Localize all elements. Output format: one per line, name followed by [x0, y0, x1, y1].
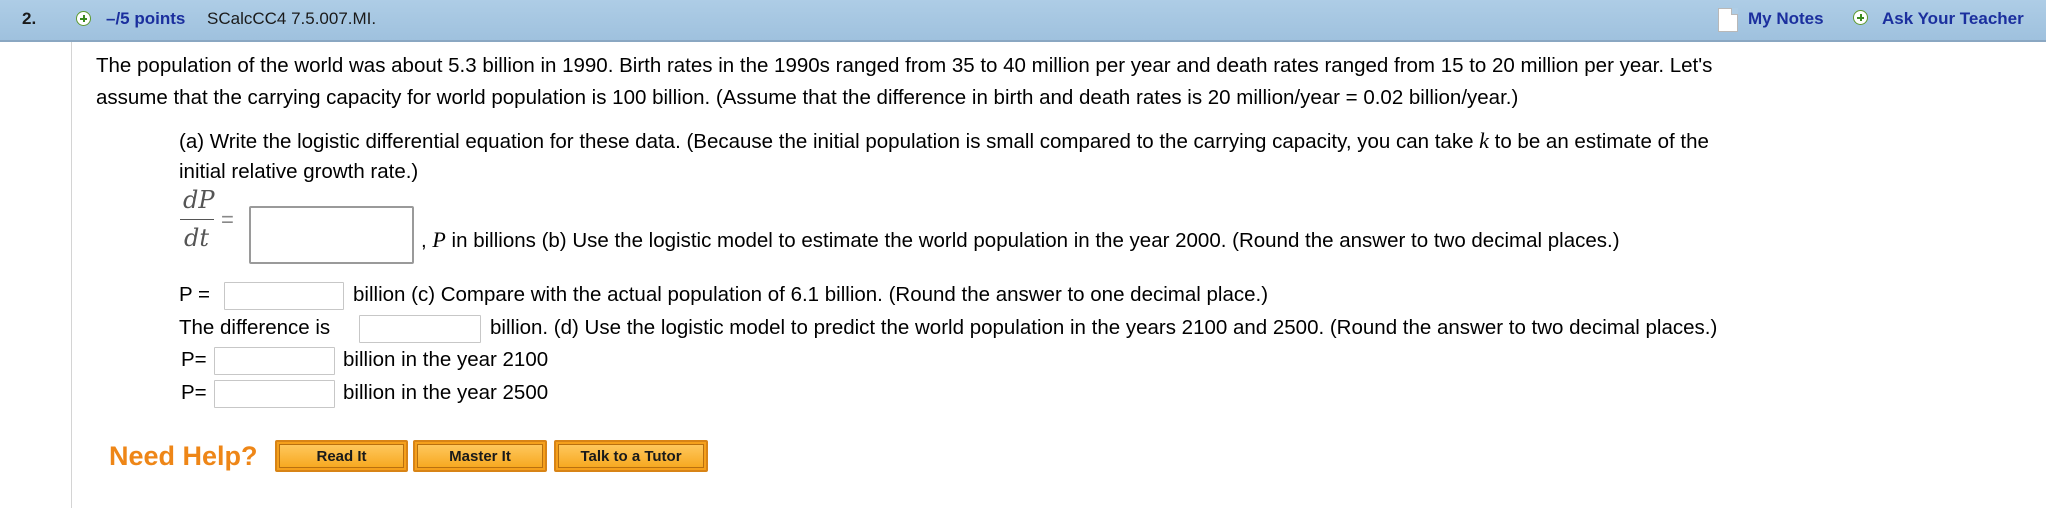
problem-intro-line-1: The population of the world was about 5.… — [96, 54, 1713, 77]
part-a-line-1: (a) Write the logistic differential equa… — [179, 129, 1709, 154]
question-header-bar: 2. –/5 points SCalcCC4 7.5.007.MI. My No… — [0, 0, 2046, 42]
equals-sign: = — [221, 207, 234, 232]
part-b-label: P = — [179, 283, 210, 306]
ask-teacher-plus-icon[interactable] — [1853, 10, 1868, 25]
part-c-text: billion (c) Compare with the actual popu… — [353, 283, 1269, 306]
comma: , — [421, 229, 427, 252]
part-b-description: in billions (b) Use the logistic model t… — [445, 229, 1620, 252]
difference-input[interactable] — [359, 315, 481, 343]
fraction-bar — [180, 219, 214, 220]
master-it-label: Master It — [417, 444, 543, 468]
variable-k: k — [1479, 128, 1489, 153]
part-a-line-2: initial relative growth rate.) — [179, 160, 419, 183]
differential-equation-input[interactable] — [249, 206, 414, 264]
part-d1-label: P= — [181, 348, 207, 371]
question-code: SCalcCC4 7.5.007.MI. — [207, 9, 377, 28]
content-left-divider — [71, 42, 72, 508]
population-2500-input[interactable] — [214, 380, 335, 408]
fraction-denominator: dt — [184, 224, 210, 252]
question-number: 2. — [22, 9, 37, 28]
population-2100-input[interactable] — [214, 347, 335, 375]
fraction-numerator: dP — [183, 186, 215, 214]
population-2000-input[interactable] — [224, 282, 344, 310]
part-a-text-post: to be an estimate of the — [1488, 130, 1709, 153]
part-a-text-pre: (a) Write the logistic differential equa… — [179, 130, 1480, 153]
part-d2-label: P= — [181, 381, 207, 404]
expand-plus-icon[interactable] — [76, 11, 91, 26]
talk-to-tutor-label: Talk to a Tutor — [558, 444, 704, 468]
problem-intro-line-2: assume that the carrying capacity for wo… — [96, 86, 1519, 109]
read-it-label: Read It — [279, 444, 404, 468]
need-help-label: Need Help? — [109, 441, 258, 471]
variable-P: P — [432, 227, 446, 252]
note-icon[interactable] — [1718, 8, 1738, 32]
my-notes-link[interactable]: My Notes — [1748, 9, 1824, 29]
master-it-button[interactable]: Master It — [413, 440, 547, 472]
read-it-button[interactable]: Read It — [275, 440, 408, 472]
part-d-text: billion. (d) Use the logistic model to p… — [490, 316, 1718, 339]
points-label: –/5 points — [106, 9, 186, 28]
part-c-label: The difference is — [179, 316, 331, 339]
part-b-text: , P in billions (b) Use the logistic mod… — [421, 228, 1620, 253]
part-d1-text: billion in the year 2100 — [343, 348, 549, 371]
talk-to-tutor-button[interactable]: Talk to a Tutor — [554, 440, 708, 472]
ask-your-teacher-link[interactable]: Ask Your Teacher — [1882, 9, 2024, 29]
part-d2-text: billion in the year 2500 — [343, 381, 549, 404]
